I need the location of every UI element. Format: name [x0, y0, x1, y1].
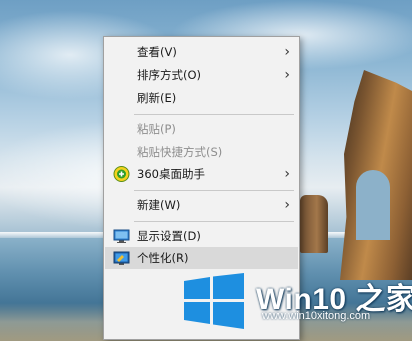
- menu-separator: [134, 221, 294, 222]
- menu-item-new[interactable]: 新建(W) ›: [105, 194, 298, 216]
- menu-item-view[interactable]: 查看(V) ›: [105, 41, 298, 63]
- watermark-url: www.win10xitong.com: [262, 310, 371, 322]
- chevron-right-icon: ›: [284, 197, 290, 213]
- display-settings-icon: [113, 228, 130, 244]
- menu-item-sort-by[interactable]: 排序方式(O) ›: [105, 64, 298, 86]
- menu-item-paste[interactable]: 粘贴(P): [105, 118, 298, 140]
- windows-logo-icon: [184, 273, 244, 329]
- menu-item-label: 显示设置(D): [137, 229, 201, 243]
- menu-item-label: 查看(V): [137, 45, 177, 59]
- menu-item-personalize[interactable]: 个性化(R): [105, 247, 298, 269]
- desktop-background[interactable]: 查看(V) › 排序方式(O) › 刷新(E) 粘贴(P) 粘贴快捷方式(S): [0, 0, 412, 341]
- win10-watermark: Win10 之家 www.win10xitong.com: [180, 268, 412, 341]
- menu-item-label: 粘贴快捷方式(S): [137, 145, 223, 159]
- menu-item-refresh[interactable]: 刷新(E): [105, 87, 298, 109]
- personalize-icon: [113, 250, 130, 266]
- chevron-right-icon: ›: [284, 44, 290, 60]
- sea-stack-rock: [300, 195, 328, 253]
- chevron-right-icon: ›: [284, 67, 290, 83]
- menu-item-360-desktop[interactable]: 360桌面助手 ›: [105, 163, 298, 185]
- menu-separator: [134, 114, 294, 115]
- chevron-right-icon: ›: [284, 166, 290, 182]
- menu-separator: [134, 190, 294, 191]
- menu-item-label: 排序方式(O): [137, 68, 202, 82]
- menu-item-label: 360桌面助手: [137, 167, 205, 181]
- menu-item-display-settings[interactable]: 显示设置(D): [105, 225, 298, 247]
- menu-item-paste-shortcut[interactable]: 粘贴快捷方式(S): [105, 141, 298, 163]
- menu-item-label: 新建(W): [137, 198, 181, 212]
- menu-item-label: 刷新(E): [137, 91, 177, 105]
- 360-desktop-icon: [113, 166, 130, 182]
- menu-item-label: 粘贴(P): [137, 122, 176, 136]
- menu-item-label: 个性化(R): [137, 251, 189, 265]
- rock-arch-opening: [356, 170, 390, 240]
